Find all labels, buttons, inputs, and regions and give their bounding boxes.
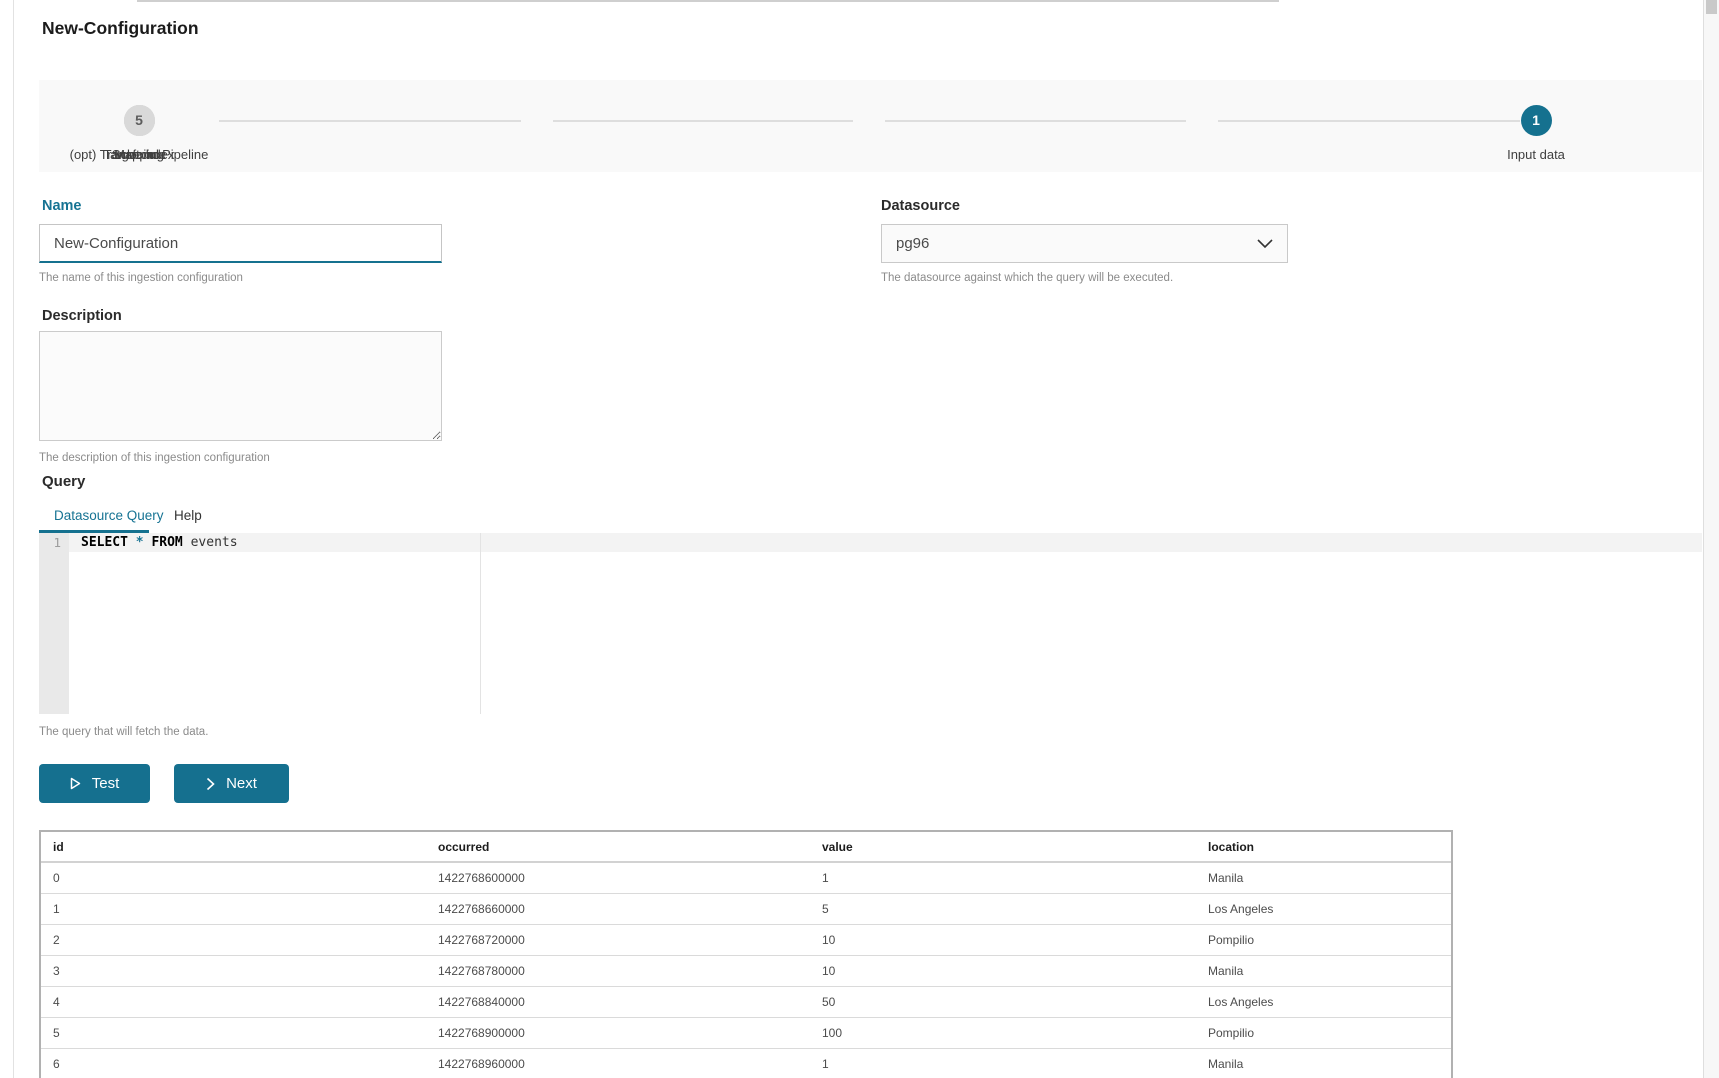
step-number-badge: 5 (124, 105, 155, 136)
tab-help[interactable]: Help (174, 508, 202, 523)
table-cell: Pompilio (1196, 1017, 1451, 1048)
scrollbar-thumb[interactable] (1706, 0, 1717, 14)
table-cell: Manila (1196, 1048, 1451, 1078)
table-cell: 6 (41, 1048, 426, 1078)
code-line: SELECT * FROM events (81, 533, 238, 552)
table-cell: 1422768660000 (426, 893, 810, 924)
table-row: 1 1422768660000 5 Los Angeles (41, 893, 1451, 924)
query-results-table: id occurred value location 0 14227686000… (39, 830, 1453, 1078)
table-cell: 2 (41, 924, 426, 955)
step-number-badge: 1 (1521, 105, 1552, 136)
sql-star: * (136, 535, 144, 550)
datasource-label: Datasource (881, 198, 960, 214)
scrollbar[interactable] (1703, 0, 1719, 1078)
stepper-step-input-data[interactable]: 1 Input data (1436, 105, 1636, 162)
name-help-text: The name of this ingestion configuration (39, 272, 243, 284)
table-cell: 5 (41, 1017, 426, 1048)
description-textarea[interactable] (39, 331, 442, 441)
query-help-text: The query that will fetch the data. (39, 726, 208, 738)
step-label: Input data (1436, 147, 1636, 162)
description-label: Description (42, 308, 122, 324)
test-button[interactable]: Test (39, 764, 150, 803)
line-number: 1 (39, 533, 69, 552)
table-cell: 1422768720000 (426, 924, 810, 955)
table-row: 0 1422768600000 1 Manila (41, 862, 1451, 893)
top-divider (137, 0, 1279, 2)
query-label: Query (42, 473, 85, 490)
table-cell: Los Angeles (1196, 893, 1451, 924)
table-cell: 10 (810, 924, 1196, 955)
table-cell: Manila (1196, 862, 1451, 893)
table-cell: Los Angeles (1196, 986, 1451, 1017)
wizard-stepper: 1 Input data 2 (opt) Transform Pipeline … (39, 80, 1702, 172)
column-header-occurred: occurred (426, 832, 810, 862)
table-row: 4 1422768840000 50 Los Angeles (41, 986, 1451, 1017)
next-button[interactable]: Next (174, 764, 289, 803)
datasource-help-text: The datasource against which the query w… (881, 272, 1173, 284)
name-input[interactable] (39, 224, 442, 263)
description-help-text: The description of this ingestion config… (39, 452, 270, 464)
editor-print-margin (480, 533, 481, 714)
table-cell: 50 (810, 986, 1196, 1017)
table-cell: 0 (41, 862, 426, 893)
table-cell: 1422768900000 (426, 1017, 810, 1048)
table-cell: 1422768840000 (426, 986, 810, 1017)
table-cell: 1 (41, 893, 426, 924)
table-cell: 1422768780000 (426, 955, 810, 986)
sql-keyword: SELECT (81, 535, 128, 550)
name-label: Name (42, 198, 82, 214)
test-button-label: Test (92, 775, 120, 792)
datasource-selected-value: pg96 (896, 235, 929, 252)
editor-gutter: 1 (39, 533, 69, 714)
table-cell: 4 (41, 986, 426, 1017)
table-cell: 5 (810, 893, 1196, 924)
chevron-right-icon (206, 777, 215, 791)
stepper-step-schedule[interactable]: 5 Schedule (39, 105, 239, 162)
table-cell: 100 (810, 1017, 1196, 1048)
table-cell: 1 (810, 862, 1196, 893)
stepper-connector (885, 120, 1186, 122)
table-cell: 1422768600000 (426, 862, 810, 893)
sql-keyword: FROM (151, 535, 182, 550)
page-title: New-Configuration (42, 18, 199, 39)
table-cell: 10 (810, 955, 1196, 986)
column-header-value: value (810, 832, 1196, 862)
datasource-select[interactable]: pg96 (881, 224, 1288, 263)
tab-datasource-query[interactable]: Datasource Query (54, 508, 164, 523)
next-button-label: Next (226, 775, 257, 792)
column-header-id: id (41, 832, 426, 862)
table-cell: Manila (1196, 955, 1451, 986)
column-header-location: location (1196, 832, 1451, 862)
table-cell: 1 (810, 1048, 1196, 1078)
table-header-row: id occurred value location (41, 832, 1451, 862)
play-icon (70, 777, 81, 790)
table-row: 2 1422768720000 10 Pompilio (41, 924, 1451, 955)
table-cell: 1422768960000 (426, 1048, 810, 1078)
sql-identifier: events (191, 535, 238, 550)
editor-active-line (39, 533, 1702, 552)
stepper-connector (219, 120, 521, 122)
table-cell: 3 (41, 955, 426, 986)
query-code-editor[interactable]: 1 SELECT * FROM events (39, 533, 1702, 714)
chevron-down-icon (1257, 239, 1273, 249)
table-cell: Pompilio (1196, 924, 1451, 955)
table-row: 6 1422768960000 1 Manila (41, 1048, 1451, 1078)
table-row: 3 1422768780000 10 Manila (41, 955, 1451, 986)
step-label: Schedule (39, 147, 239, 162)
stepper-connector (553, 120, 853, 122)
table-row: 5 1422768900000 100 Pompilio (41, 1017, 1451, 1048)
panel-left-border (13, 0, 14, 1078)
new-configuration-page: New-Configuration 1 Input data 2 (opt) T… (0, 0, 1719, 1078)
